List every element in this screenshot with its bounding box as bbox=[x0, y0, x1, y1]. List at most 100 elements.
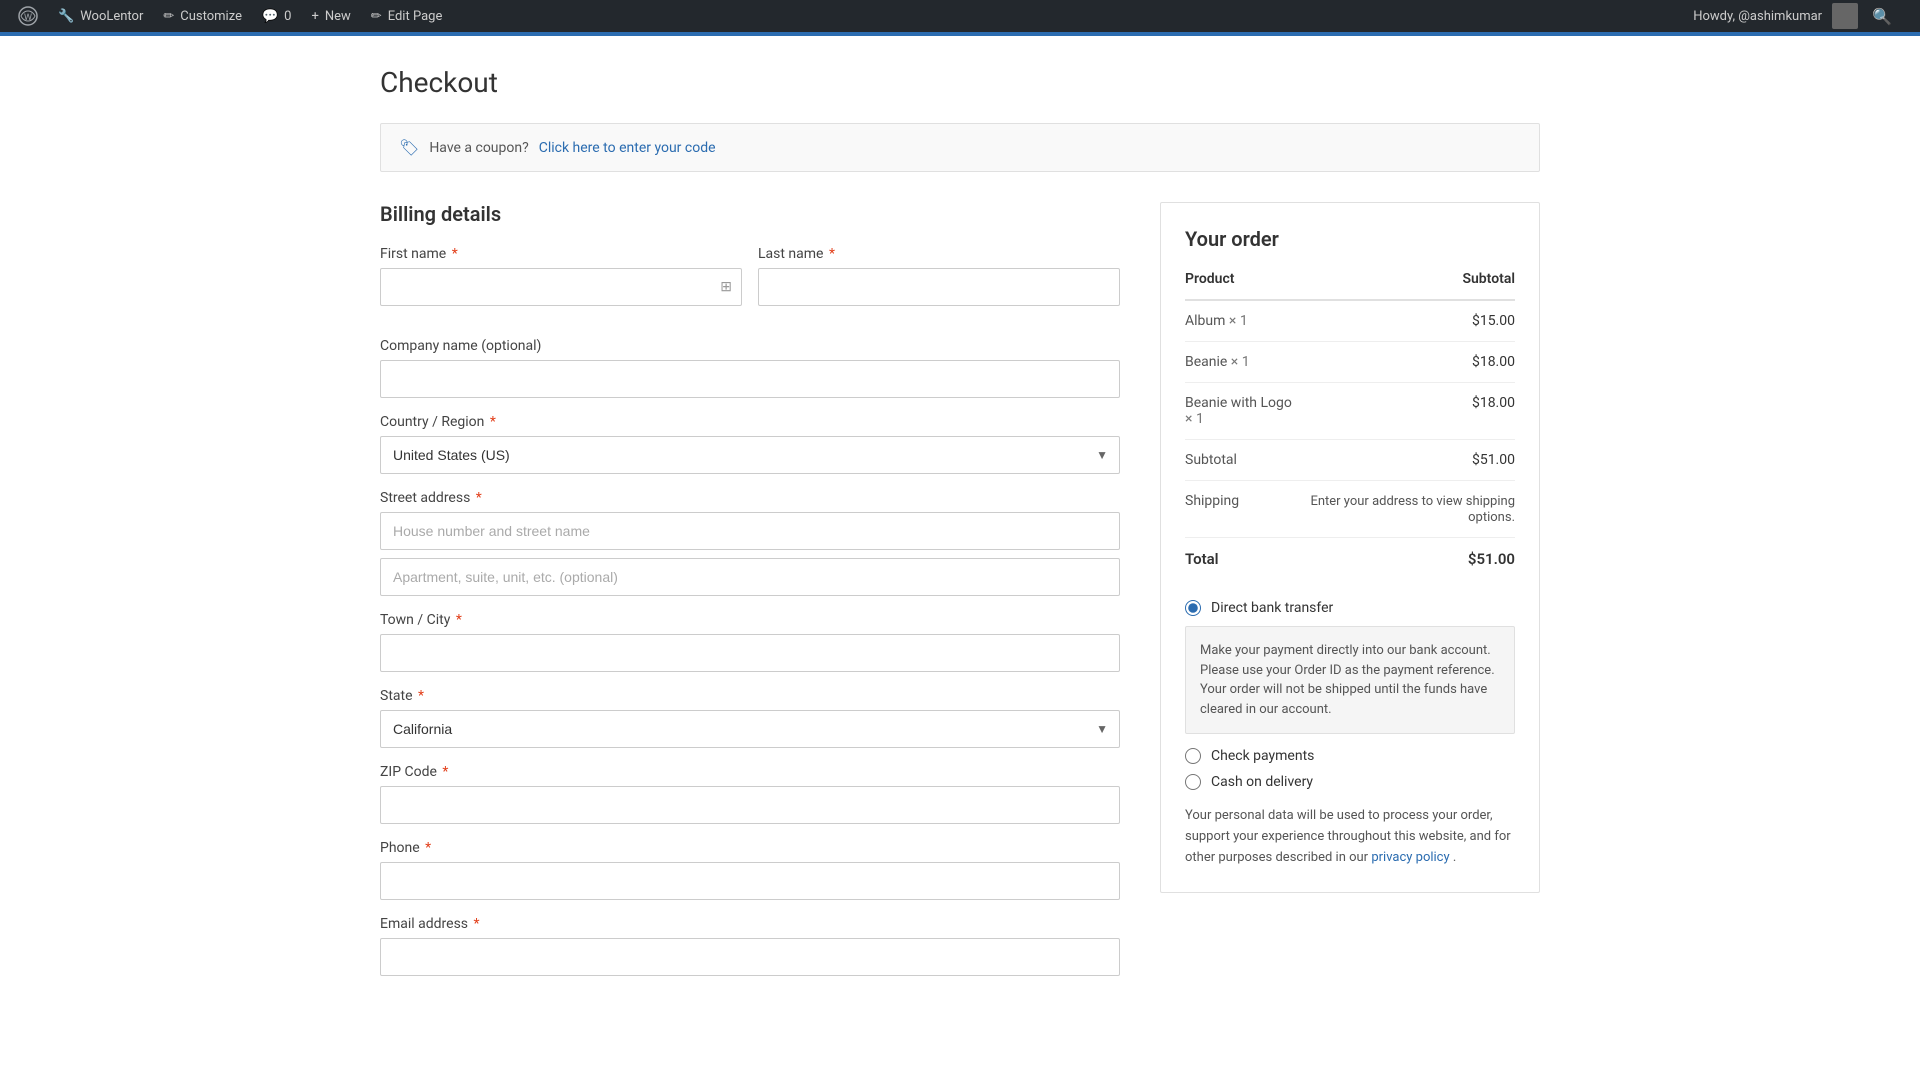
item-price: $18.00 bbox=[1300, 383, 1515, 440]
payment-option-check-payments: Check payments bbox=[1185, 748, 1515, 764]
coupon-text: Have a coupon? bbox=[429, 140, 528, 156]
admin-bar: W 🔧 WooLentor ✏ Customize 💬 0 + New ✏ Ed… bbox=[0, 0, 1920, 32]
subtotal-label: Subtotal bbox=[1185, 440, 1300, 481]
radio-check-payments[interactable] bbox=[1185, 748, 1201, 764]
new-label: New bbox=[325, 9, 351, 24]
email-input[interactable] bbox=[380, 938, 1120, 976]
town-city-field: Town / City * bbox=[380, 612, 1120, 672]
item-price: $15.00 bbox=[1300, 300, 1515, 342]
table-row: Beanie with Logo × 1 $18.00 bbox=[1185, 383, 1515, 440]
phone-label: Phone * bbox=[380, 840, 1120, 856]
page-wrap: Checkout 🏷 Have a coupon? Click here to … bbox=[0, 32, 1920, 1080]
info-box-direct-bank: Make your payment directly into our bank… bbox=[1185, 626, 1515, 734]
order-summary: Your order Product Subtotal Album × 1 $1… bbox=[1160, 202, 1540, 893]
country-field: Country / Region * United States (US) ▼ bbox=[380, 414, 1120, 474]
first-name-label: First name * bbox=[380, 246, 742, 262]
first-name-field: First name * ⊞ bbox=[380, 246, 742, 306]
email-field: Email address * bbox=[380, 916, 1120, 976]
first-name-input-wrap: ⊞ bbox=[380, 268, 742, 306]
subtotal-value: $51.00 bbox=[1300, 440, 1515, 481]
last-name-field: Last name * bbox=[758, 246, 1120, 306]
street-address-field: Street address * bbox=[380, 490, 1120, 596]
search-icon[interactable]: 🔍 bbox=[1862, 7, 1902, 26]
coupon-link[interactable]: Click here to enter your code bbox=[539, 140, 716, 156]
street-address-input-1[interactable] bbox=[380, 512, 1120, 550]
col-product: Product bbox=[1185, 271, 1300, 300]
edit-icon: ⊞ bbox=[720, 279, 732, 295]
shipping-label: Shipping bbox=[1185, 481, 1300, 538]
new-link[interactable]: + New bbox=[301, 0, 360, 32]
item-name: Beanie with Logo × 1 bbox=[1185, 383, 1300, 440]
state-label: State * bbox=[380, 688, 1120, 704]
edit-page-link[interactable]: ✏ Edit Page bbox=[361, 0, 453, 32]
label-check-payments[interactable]: Check payments bbox=[1211, 748, 1314, 764]
country-select-wrap: United States (US) ▼ bbox=[380, 436, 1120, 474]
wordpress-icon: W bbox=[18, 6, 38, 26]
item-price: $18.00 bbox=[1300, 342, 1515, 383]
zip-code-label: ZIP Code * bbox=[380, 764, 1120, 780]
wp-logo-link[interactable]: W bbox=[8, 0, 48, 32]
radio-cash-on-delivery[interactable] bbox=[1185, 774, 1201, 790]
edit-page-label: Edit Page bbox=[388, 9, 443, 24]
zip-code-field: ZIP Code * bbox=[380, 764, 1120, 824]
coupon-banner: 🏷 Have a coupon? Click here to enter you… bbox=[380, 123, 1540, 172]
payment-methods: Direct bank transfer Make your payment d… bbox=[1185, 600, 1515, 868]
adminbar-right: Howdy, @ashimkumar 🔍 bbox=[1683, 3, 1912, 29]
order-table: Product Subtotal Album × 1 $15.00 Beanie… bbox=[1185, 271, 1515, 580]
payment-option-cash-on-delivery: Cash on delivery bbox=[1185, 774, 1515, 790]
zip-code-input[interactable] bbox=[380, 786, 1120, 824]
town-city-input[interactable] bbox=[380, 634, 1120, 672]
edit-page-icon: ✏ bbox=[371, 9, 382, 24]
company-field: Company name (optional) bbox=[380, 338, 1120, 398]
first-name-input[interactable] bbox=[380, 268, 742, 306]
last-name-input[interactable] bbox=[758, 268, 1120, 306]
email-label: Email address * bbox=[380, 916, 1120, 932]
item-name: Album × 1 bbox=[1185, 300, 1300, 342]
shipping-value: Enter your address to view shipping opti… bbox=[1300, 481, 1515, 538]
subtotal-row: Subtotal $51.00 bbox=[1185, 440, 1515, 481]
main-content: Checkout 🏷 Have a coupon? Click here to … bbox=[360, 36, 1560, 1022]
shipping-row: Shipping Enter your address to view ship… bbox=[1185, 481, 1515, 538]
billing-section: Billing details First name * ⊞ bbox=[380, 202, 1120, 992]
avatar bbox=[1832, 3, 1858, 29]
state-select-wrap: California ▼ bbox=[380, 710, 1120, 748]
phone-field: Phone * bbox=[380, 840, 1120, 900]
checkout-layout: Billing details First name * ⊞ bbox=[380, 202, 1540, 992]
last-name-label: Last name * bbox=[758, 246, 1120, 262]
label-direct-bank[interactable]: Direct bank transfer bbox=[1211, 600, 1333, 616]
woolentor-label: WooLentor bbox=[80, 9, 143, 24]
payment-option-direct-bank: Direct bank transfer Make your payment d… bbox=[1185, 600, 1515, 734]
label-cash-on-delivery[interactable]: Cash on delivery bbox=[1211, 774, 1313, 790]
country-select[interactable]: United States (US) bbox=[380, 436, 1120, 474]
last-name-required: * bbox=[825, 246, 835, 262]
woolentor-icon: 🔧 bbox=[58, 9, 74, 24]
state-select[interactable]: California bbox=[380, 710, 1120, 748]
name-row: First name * ⊞ Last name * bbox=[380, 246, 1120, 322]
comments-count: 0 bbox=[284, 9, 291, 24]
first-name-required: * bbox=[448, 246, 458, 262]
privacy-policy-link[interactable]: privacy policy bbox=[1371, 850, 1449, 865]
phone-input[interactable] bbox=[380, 862, 1120, 900]
company-label: Company name (optional) bbox=[380, 338, 1120, 354]
customize-label: Customize bbox=[180, 9, 242, 24]
customize-icon: ✏ bbox=[163, 9, 174, 24]
page-title: Checkout bbox=[380, 66, 1540, 99]
woolentor-link[interactable]: 🔧 WooLentor bbox=[48, 0, 153, 32]
table-row: Album × 1 $15.00 bbox=[1185, 300, 1515, 342]
total-value: $51.00 bbox=[1300, 538, 1515, 581]
country-label: Country / Region * bbox=[380, 414, 1120, 430]
coupon-icon: 🏷 bbox=[399, 138, 419, 157]
customize-link[interactable]: ✏ Customize bbox=[153, 0, 252, 32]
street-address-label: Street address * bbox=[380, 490, 1120, 506]
svg-text:W: W bbox=[24, 13, 32, 23]
comments-link[interactable]: 💬 0 bbox=[252, 0, 302, 32]
town-city-label: Town / City * bbox=[380, 612, 1120, 628]
street-address-input-2[interactable] bbox=[380, 558, 1120, 596]
state-field: State * California ▼ bbox=[380, 688, 1120, 748]
table-row: Beanie × 1 $18.00 bbox=[1185, 342, 1515, 383]
company-input[interactable] bbox=[380, 360, 1120, 398]
billing-title: Billing details bbox=[380, 202, 1120, 226]
comments-icon: 💬 bbox=[262, 9, 278, 24]
total-row: Total $51.00 bbox=[1185, 538, 1515, 581]
radio-direct-bank[interactable] bbox=[1185, 600, 1201, 616]
